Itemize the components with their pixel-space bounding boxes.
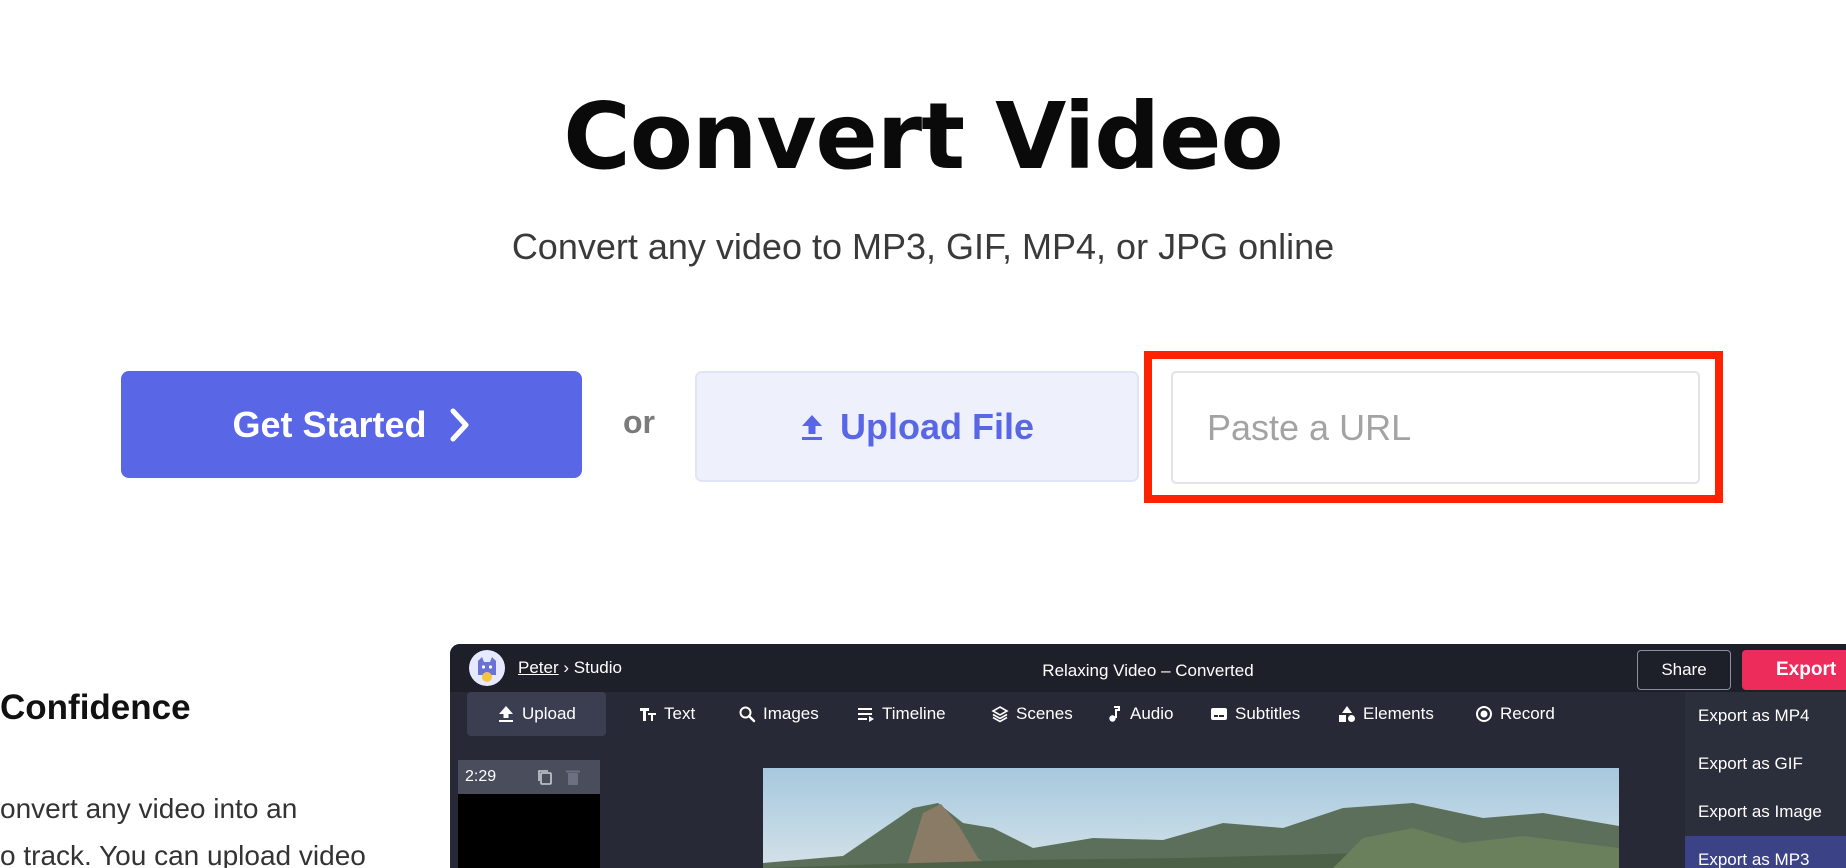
video-preview[interactable] [763, 768, 1619, 868]
tool-label: Elements [1363, 704, 1434, 723]
tool-label: Text [664, 704, 696, 723]
or-separator: or [623, 404, 655, 440]
get-started-label: Get Started [232, 403, 427, 445]
feature-text-line: onvert any video into an [0, 793, 298, 824]
text-icon [640, 708, 656, 721]
upload-icon [499, 706, 513, 722]
tool-label: Audio [1130, 704, 1174, 723]
music-note-icon [1109, 706, 1120, 722]
scene-duration: 2:29 [465, 768, 497, 785]
tool-upload[interactable]: Upload [467, 692, 606, 736]
subtitles-icon [1211, 708, 1227, 720]
timeline-icon [858, 708, 874, 722]
export-button[interactable]: Export [1742, 650, 1846, 690]
feature-heading: Confidence [0, 688, 191, 727]
get-started-button[interactable]: Get Started [121, 371, 582, 478]
tool-timeline[interactable]: Timeline [857, 692, 946, 736]
feature-text-line: o track. You can upload video [0, 840, 366, 868]
tool-label: Timeline [882, 704, 946, 723]
tool-label: Record [1500, 704, 1555, 723]
tool-scenes[interactable]: Scenes [991, 692, 1073, 736]
export-gif-option[interactable]: Export as GIF [1685, 740, 1846, 788]
record-icon [1476, 706, 1492, 722]
export-image-option[interactable]: Export as Image [1685, 788, 1846, 836]
trash-icon[interactable] [564, 768, 582, 786]
share-button[interactable]: Share [1637, 650, 1731, 690]
tool-subtitles[interactable]: Subtitles [1210, 692, 1300, 736]
export-mp4-option[interactable]: Export as MP4 [1685, 692, 1846, 740]
search-icon [739, 706, 756, 723]
studio-preview: Peter › Studio Relaxing Video – Converte… [450, 644, 1846, 868]
page-subtitle: Convert any video to MP3, GIF, MP4, or J… [511, 226, 1335, 267]
scene-header: 2:29 [458, 760, 600, 794]
tool-record[interactable]: Record [1475, 692, 1555, 736]
export-menu: Export as MP4 Export as GIF Export as Im… [1685, 692, 1846, 868]
tool-audio[interactable]: Audio [1105, 692, 1173, 736]
chevron-right-icon [450, 408, 469, 441]
tool-elements[interactable]: Elements [1338, 692, 1434, 736]
mountain-landscape-image [763, 803, 1619, 868]
duplicate-icon[interactable] [536, 768, 554, 786]
upload-file-button[interactable]: Upload File [695, 371, 1139, 482]
upload-file-label: Upload File [839, 405, 1034, 447]
tool-label: Images [763, 704, 819, 723]
studio-toolbar: Upload Text Images Timeline Scenes Audio… [450, 692, 1846, 738]
page-title: Convert Video [563, 83, 1284, 190]
url-input[interactable] [1171, 371, 1700, 484]
export-mp3-option[interactable]: Export as MP3 [1685, 836, 1846, 868]
upload-icon [801, 414, 822, 440]
feature-text: onvert any video into an o track. You ca… [0, 785, 380, 868]
shapes-icon [1339, 706, 1355, 722]
tool-label: Upload [522, 704, 576, 723]
tool-label: Subtitles [1235, 704, 1301, 723]
tool-images[interactable]: Images [738, 692, 819, 736]
tool-text[interactable]: Text [639, 692, 695, 736]
layers-icon [991, 706, 1009, 723]
tool-label: Scenes [1016, 704, 1073, 723]
